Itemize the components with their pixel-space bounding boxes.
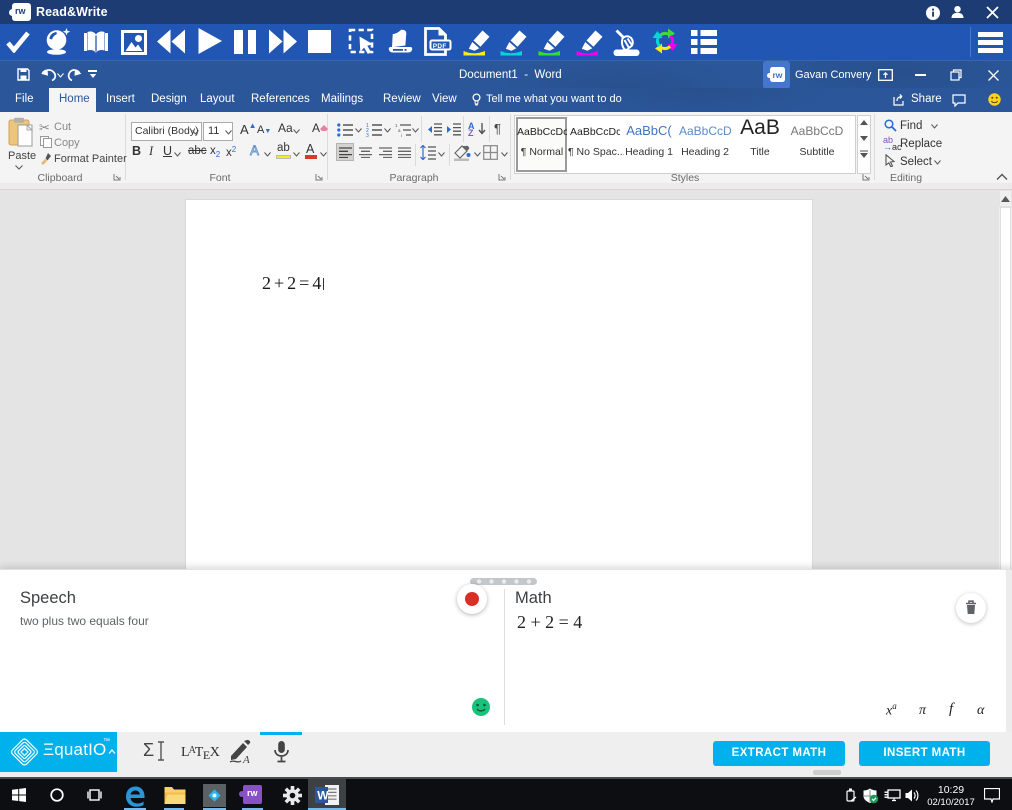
svg-text:W: W bbox=[317, 789, 329, 803]
svg-text:3: 3 bbox=[366, 133, 369, 137]
svg-text:A: A bbox=[242, 754, 250, 765]
svg-text:PDF: PDF bbox=[433, 43, 447, 50]
svg-text:i: i bbox=[401, 133, 402, 137]
